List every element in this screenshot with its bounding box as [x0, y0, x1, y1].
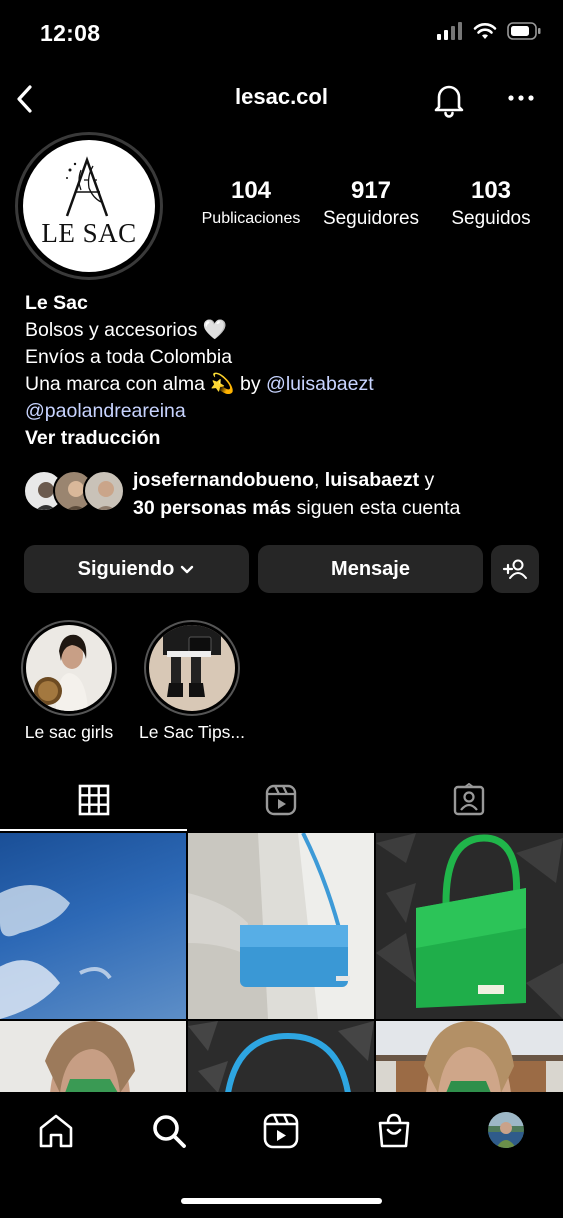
mention-link[interactable]: @luisabaezt: [266, 373, 374, 395]
chevron-down-icon: [181, 565, 194, 574]
add-person-icon: [502, 559, 527, 579]
followed-by-separator: ,: [313, 469, 325, 491]
brand-logo: LE SAC: [23, 140, 155, 272]
signal-icon: [437, 22, 462, 40]
search-icon[interactable]: [150, 1112, 188, 1150]
stat-followers-value: 917: [350, 177, 392, 204]
post-thumbnail[interactable]: [0, 833, 186, 1019]
highlight-cover: [149, 625, 235, 711]
profile-bio: Le Sac Bolsos y accesorios 🤍 Envíos a to…: [25, 290, 545, 452]
highlight-label: Le sac girls: [24, 722, 114, 742]
more-options-icon[interactable]: [505, 88, 537, 108]
profile-username: lesac.col: [235, 84, 328, 109]
suggest-people-button[interactable]: [491, 545, 539, 593]
stat-following-label: Seguidos: [451, 208, 531, 229]
status-time: 12:08: [40, 20, 101, 46]
bell-icon[interactable]: [430, 80, 468, 118]
bio-line: Bolsos y accesorios 🤍: [25, 319, 228, 341]
mention-link[interactable]: @paolandreareina: [25, 398, 545, 425]
wifi-icon: [473, 23, 497, 39]
stat-following[interactable]: 103 Seguidos: [436, 176, 546, 232]
followed-by-avatars[interactable]: [23, 470, 125, 516]
follower-username[interactable]: luisabaezt: [325, 469, 419, 491]
stat-followers-label: Seguidores: [322, 208, 420, 229]
following-button[interactable]: Siguiendo: [24, 545, 249, 593]
stat-posts[interactable]: 104 Publicaciones: [193, 176, 309, 232]
post-thumbnail[interactable]: [188, 1021, 374, 1093]
followed-by-text[interactable]: josefernandobueno, luisabaezt y 30 perso…: [133, 466, 553, 522]
highlight-le-sac-tips[interactable]: [144, 620, 240, 716]
profile-avatar[interactable]: LE SAC: [15, 132, 163, 280]
translate-link[interactable]: Ver traducción: [25, 425, 545, 452]
bio-line: Envíos a toda Colombia: [25, 346, 233, 368]
post-thumbnail[interactable]: [376, 1021, 563, 1093]
follower-avatar: [83, 470, 125, 512]
post-thumbnail[interactable]: [376, 833, 563, 1019]
reels-tab-icon[interactable]: [264, 783, 298, 817]
tagged-tab-icon[interactable]: [452, 783, 486, 817]
home-icon[interactable]: [37, 1112, 75, 1150]
stat-followers[interactable]: 917 Seguidores: [311, 176, 431, 232]
logo-text: LE SAC: [41, 218, 137, 248]
stat-posts-label: Publicaciones: [201, 210, 301, 227]
post-thumbnail[interactable]: [0, 1021, 186, 1093]
stat-posts-value: 104: [230, 177, 272, 204]
active-tab-indicator: [0, 829, 187, 831]
message-button[interactable]: Mensaje: [258, 545, 483, 593]
reels-icon[interactable]: [262, 1112, 300, 1150]
followed-by-others[interactable]: 30 personas más: [133, 497, 291, 519]
highlight-le-sac-girls[interactable]: [21, 620, 117, 716]
bio-brand-line: Una marca con alma 💫 by @luisabaezt: [25, 371, 545, 398]
post-thumbnail[interactable]: [188, 833, 374, 1019]
home-indicator: [181, 1198, 382, 1204]
logo-face-illustration: [65, 156, 109, 217]
follower-username[interactable]: josefernandobueno: [133, 469, 314, 491]
grid-tab-icon[interactable]: [77, 783, 111, 817]
status-icons: [437, 22, 541, 40]
battery-icon: [507, 22, 541, 40]
followed-by-suffix: siguen esta cuenta: [291, 497, 461, 519]
stat-following-value: 103: [470, 177, 512, 204]
highlight-cover: [26, 625, 112, 711]
followed-by-and: y: [419, 469, 435, 491]
bio-brand-text: Una marca con alma 💫 by: [25, 373, 267, 395]
shop-icon[interactable]: [375, 1112, 413, 1150]
profile-avatar-nav[interactable]: [488, 1112, 524, 1148]
highlight-label: Le Sac Tips...: [138, 722, 246, 742]
following-button-label: Siguiendo: [77, 557, 175, 580]
message-button-label: Mensaje: [331, 557, 410, 580]
profile-name: Le Sac: [25, 292, 88, 314]
